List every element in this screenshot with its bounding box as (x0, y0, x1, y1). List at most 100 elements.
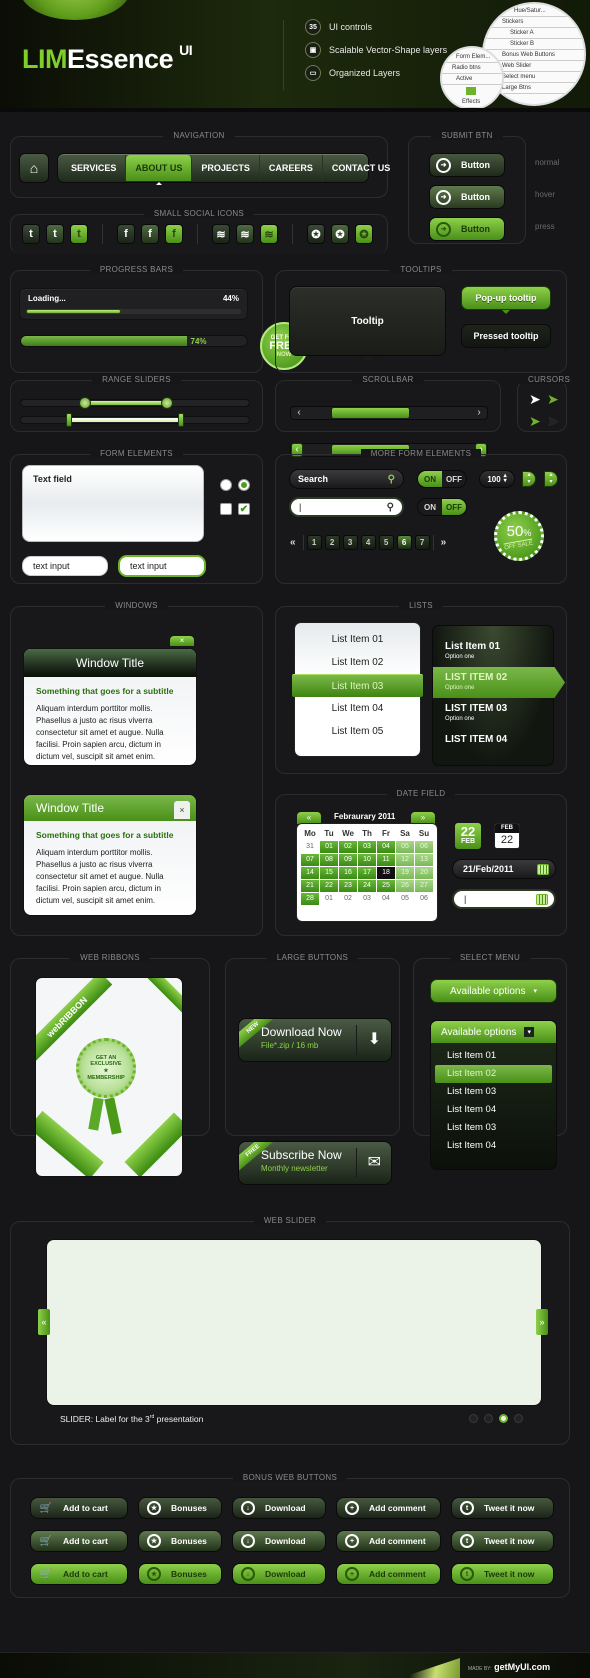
select-option[interactable]: List Item 03 (431, 1083, 556, 1101)
slider-dot[interactable] (469, 1414, 478, 1423)
calendar-icon[interactable] (537, 863, 549, 875)
page-button[interactable]: 3 (342, 535, 358, 550)
rss-icon[interactable]: ≋ (236, 224, 254, 244)
range-handle-max[interactable] (160, 397, 173, 409)
calendar-day[interactable]: 03 (358, 841, 376, 853)
twitter-icon[interactable]: t (70, 224, 88, 244)
calendar-day[interactable]: 02 (339, 893, 357, 905)
myspace-icon[interactable]: ✪ (355, 224, 373, 244)
scrollbar-1[interactable]: ‹ › (290, 406, 488, 420)
list-item[interactable]: List Item 02 (295, 651, 420, 674)
list-item[interactable]: List Item 01 (295, 628, 420, 651)
select-option-selected[interactable]: List Item 02 (435, 1065, 552, 1083)
slider-next-button[interactable]: » (536, 1309, 548, 1335)
bonus-button-download-hover[interactable]: ↓ Download (232, 1530, 326, 1552)
made-by-site[interactable]: getMyUI.com (494, 1662, 550, 1672)
nav-item-about-us[interactable]: ABOUT US (126, 155, 193, 185)
list-item-selected[interactable]: LIST ITEM 02 Option one (433, 667, 565, 698)
search-input-light[interactable]: | ⚲ (289, 497, 404, 517)
scroll-left-arrow[interactable]: ‹ (293, 407, 305, 419)
radio-unchecked[interactable] (220, 479, 232, 491)
calendar-icon[interactable] (536, 893, 548, 905)
home-button[interactable]: ⌂ (19, 153, 49, 183)
slider-dot[interactable] (484, 1414, 493, 1423)
calendar-day[interactable]: 07 (301, 854, 319, 866)
calendar-day[interactable]: 09 (339, 854, 357, 866)
large-button-subscribe[interactable]: FREE Subscribe Now Monthly newsletter ✉ (238, 1141, 392, 1185)
calendar-day[interactable]: 20 (415, 867, 433, 879)
calendar-day[interactable]: 21 (301, 880, 319, 892)
calendar-day[interactable]: 02 (339, 841, 357, 853)
calendar-day[interactable]: 17 (358, 867, 376, 879)
number-stepper[interactable]: 100 ▴ ▾ (479, 470, 515, 488)
bonus-button-add-comment-normal[interactable]: + Add comment (336, 1497, 441, 1519)
text-input-active[interactable]: text input (118, 555, 206, 577)
list-item[interactable]: List Item 01 Option one (433, 636, 553, 667)
scroll-right-arrow[interactable]: › (473, 407, 485, 419)
calendar-day[interactable]: 27 (415, 880, 433, 892)
calendar-day-today[interactable]: 18 (377, 867, 395, 879)
bonus-button-add-to-cart-hover[interactable]: 🛒 Add to cart (30, 1530, 128, 1552)
twitter-icon[interactable]: t (46, 224, 64, 244)
calendar-day[interactable]: 28 (301, 893, 319, 905)
calendar-day[interactable]: 01 (320, 841, 338, 853)
calendar-day[interactable]: 16 (339, 867, 357, 879)
slider-prev-button[interactable]: « (38, 1309, 50, 1335)
calendar-day[interactable]: 13 (415, 854, 433, 866)
calendar-day[interactable]: 08 (320, 854, 338, 866)
search-input-dark[interactable]: Search ⚲ (289, 469, 404, 489)
select-option[interactable]: List Item 01 (431, 1047, 556, 1065)
toggle-off[interactable]: ON OFF (417, 498, 467, 516)
calendar-day[interactable]: 19 (396, 867, 414, 879)
toggle-on[interactable]: ON OFF (417, 470, 467, 488)
range-handle-min[interactable] (65, 413, 72, 427)
large-button-download[interactable]: NEW Download Now File*.zip / 16 mb ⬇ (238, 1018, 392, 1062)
stepper-arrows-icon[interactable]: ▴ ▾ (504, 473, 507, 484)
calendar-day[interactable]: 05 (396, 841, 414, 853)
search-icon[interactable]: ⚲ (388, 474, 395, 485)
nav-item-services[interactable]: SERVICES (62, 155, 127, 181)
list-item[interactable]: LIST ITEM 04 (433, 729, 553, 760)
radio-checked[interactable] (238, 479, 250, 491)
nav-item-projects[interactable]: PROJECTS (192, 155, 260, 181)
calendar-day[interactable]: 04 (377, 893, 395, 905)
page-button[interactable]: 4 (360, 535, 376, 550)
myspace-icon[interactable]: ✪ (307, 224, 325, 244)
rss-icon[interactable]: ≋ (260, 224, 278, 244)
rss-icon[interactable]: ≋ (212, 224, 230, 244)
bonus-button-bonuses-normal[interactable]: ★ Bonuses (138, 1497, 222, 1519)
facebook-icon[interactable]: f (165, 224, 183, 244)
date-input-empty[interactable]: | (452, 889, 556, 909)
bonus-button-bonuses-press[interactable]: ★ Bonuses (138, 1563, 222, 1585)
page-button[interactable]: 7 (414, 535, 430, 550)
bonus-button-tweet-it-now-hover[interactable]: t Tweet it now (451, 1530, 554, 1552)
slider-dot[interactable] (514, 1414, 523, 1423)
facebook-icon[interactable]: f (117, 224, 135, 244)
page-button[interactable]: 5 (378, 535, 394, 550)
calendar-day[interactable]: 10 (358, 854, 376, 866)
close-icon[interactable]: × (174, 801, 190, 819)
range-slider-1[interactable] (20, 397, 250, 409)
calendar-day[interactable]: 22 (320, 880, 338, 892)
bonus-button-add-to-cart-press[interactable]: 🛒 Add to cart (30, 1563, 128, 1585)
bonus-button-download-normal[interactable]: ↓ Download (232, 1497, 326, 1519)
list-item[interactable]: List Item 04 (295, 697, 420, 720)
bonus-button-download-press[interactable]: ↓ Download (232, 1563, 326, 1585)
myspace-icon[interactable]: ✪ (331, 224, 349, 244)
calendar-day[interactable]: 23 (339, 880, 357, 892)
facebook-icon[interactable]: f (141, 224, 159, 244)
page-button[interactable]: 1 (306, 535, 322, 550)
bonus-button-tweet-it-now-press[interactable]: t Tweet it now (451, 1563, 554, 1585)
checkbox-unchecked[interactable] (220, 503, 232, 515)
calendar-day[interactable]: 24 (358, 880, 376, 892)
text-input[interactable]: text input (22, 556, 108, 576)
calendar-day[interactable]: 31 (301, 841, 319, 853)
select-option[interactable]: List Item 03 (431, 1119, 556, 1137)
submit-button-press[interactable]: ➜ Button (429, 217, 505, 241)
calendar-day[interactable]: 12 (396, 854, 414, 866)
pager-prev[interactable]: « (286, 537, 300, 548)
submit-button-normal[interactable]: ➜ Button (429, 153, 505, 177)
submit-button-hover[interactable]: ➜ Button (429, 185, 505, 209)
calendar-day[interactable]: 26 (396, 880, 414, 892)
calendar-day[interactable]: 01 (320, 893, 338, 905)
